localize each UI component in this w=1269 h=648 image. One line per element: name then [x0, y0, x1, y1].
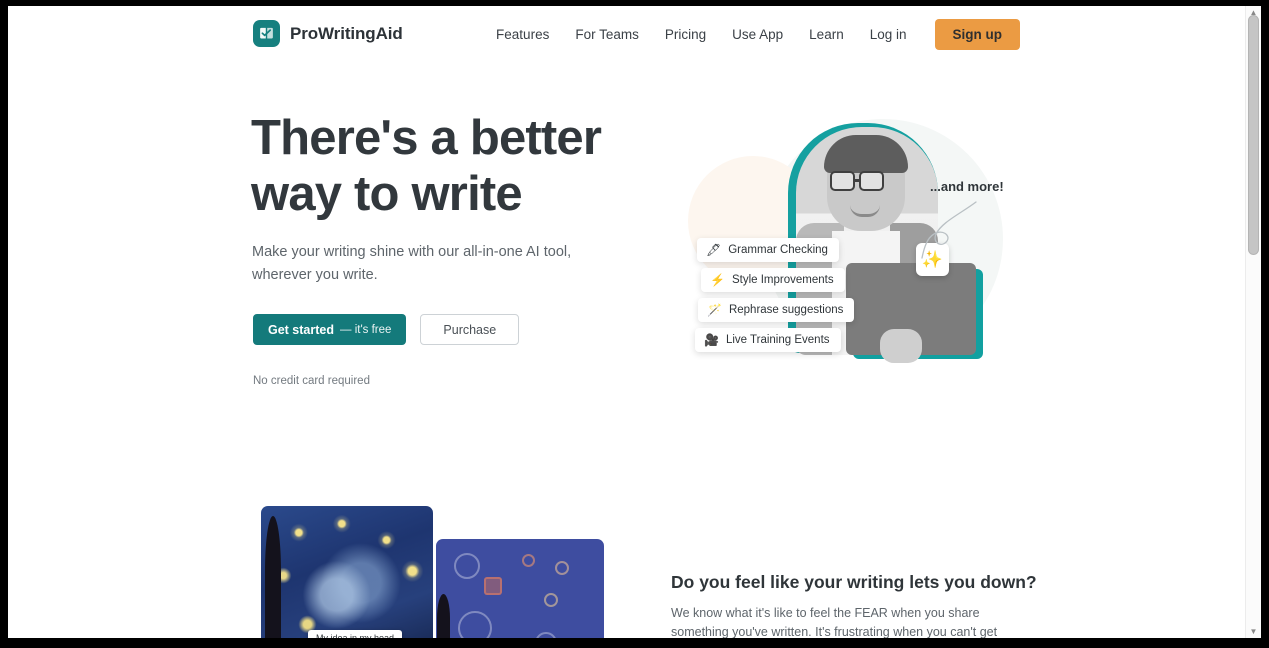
prowritingaid-logo-icon [253, 20, 280, 47]
nav-link-learn[interactable]: Learn [796, 21, 857, 48]
no-credit-card-note: No credit card required [253, 375, 370, 387]
doodle-spiral [522, 554, 535, 567]
starry-night-image: My idea in my head [261, 506, 433, 638]
brand-logo[interactable]: ProWritingAid [253, 20, 403, 47]
page-viewport: ProWritingAid Features For Teams Pricing… [8, 6, 1261, 638]
person-hand [880, 329, 922, 363]
main-navigation: Features For Teams Pricing Use App Learn… [483, 6, 1020, 62]
hero-subheadline: Make your writing shine with our all-in-… [252, 244, 572, 283]
nav-link-for-teams[interactable]: For Teams [562, 21, 652, 48]
get-started-note: — it's free [340, 323, 392, 336]
magic-wand-icon: 🪄 [707, 303, 722, 317]
scrollbar-thumb[interactable] [1248, 15, 1259, 255]
video-camera-icon: 🎥 [704, 333, 719, 347]
doodle-spiral [555, 561, 569, 575]
feature-card-label: Live Training Events [725, 334, 830, 346]
hero-headline: There's a better way to write [251, 111, 602, 221]
webpage-content: ProWritingAid Features For Teams Pricing… [8, 6, 1245, 638]
doodle-spiral [458, 611, 492, 638]
glasses-bridge [855, 179, 861, 182]
brand-name: ProWritingAid [290, 23, 403, 43]
nav-link-log-in[interactable]: Log in [857, 21, 920, 48]
get-started-button[interactable]: Get started — it's free [253, 314, 407, 345]
pointer-curl-line [921, 201, 977, 259]
feature-card-label: Style Improvements [731, 274, 834, 286]
glasses-lens-right [859, 171, 884, 191]
doodle-square [484, 577, 502, 595]
feature-card-grammar-checking: 🖋 Grammar Checking [697, 238, 839, 262]
cypress-tree [265, 516, 281, 638]
plain-blue-card-image [436, 539, 604, 638]
section-heading: Do you feel like your writing lets you d… [671, 572, 1037, 592]
feature-card-label: Rephrase suggestions [728, 304, 844, 316]
sign-up-button[interactable]: Sign up [934, 18, 1020, 50]
feature-card-style-improvements: ⚡ Style Improvements [701, 268, 845, 292]
feature-card-label: Grammar Checking [728, 244, 828, 256]
vertical-scrollbar[interactable]: ▲ ▼ [1245, 6, 1261, 638]
nav-link-use-app[interactable]: Use App [719, 21, 796, 48]
purchase-button[interactable]: Purchase [420, 314, 520, 345]
feature-card-live-training-events: 🎥 Live Training Events [695, 328, 841, 352]
person-hair [824, 135, 908, 173]
nav-link-features[interactable]: Features [483, 21, 562, 48]
cypress-tree [437, 594, 450, 638]
site-header: ProWritingAid Features For Teams Pricing… [8, 6, 1245, 62]
doodle-spiral [454, 553, 480, 579]
nav-link-pricing[interactable]: Pricing [652, 21, 719, 48]
hero-illustration: ✨ ...and more! 🖋 Grammar Checking ⚡ Styl… [668, 101, 1028, 401]
get-started-label: Get started [268, 322, 334, 337]
lightning-bolt-icon: ⚡ [710, 273, 725, 287]
doodle-spiral [544, 593, 558, 607]
glasses-lens-left [830, 171, 855, 191]
scroll-down-arrow-icon[interactable]: ▼ [1249, 627, 1258, 636]
section-body-text: We know what it's like to feel the FEAR … [671, 606, 998, 638]
browser-frame: ProWritingAid Features For Teams Pricing… [0, 0, 1269, 648]
feature-card-rephrase-suggestions: 🪄 Rephrase suggestions [698, 298, 855, 322]
starry-night-caption: My idea in my head [308, 630, 403, 638]
pen-icon: 🖋 [706, 243, 722, 257]
doodle-spiral [535, 632, 557, 638]
hero-cta-group: Get started — it's free Purchase [253, 314, 520, 345]
and-more-label: ...and more! [930, 179, 1004, 194]
